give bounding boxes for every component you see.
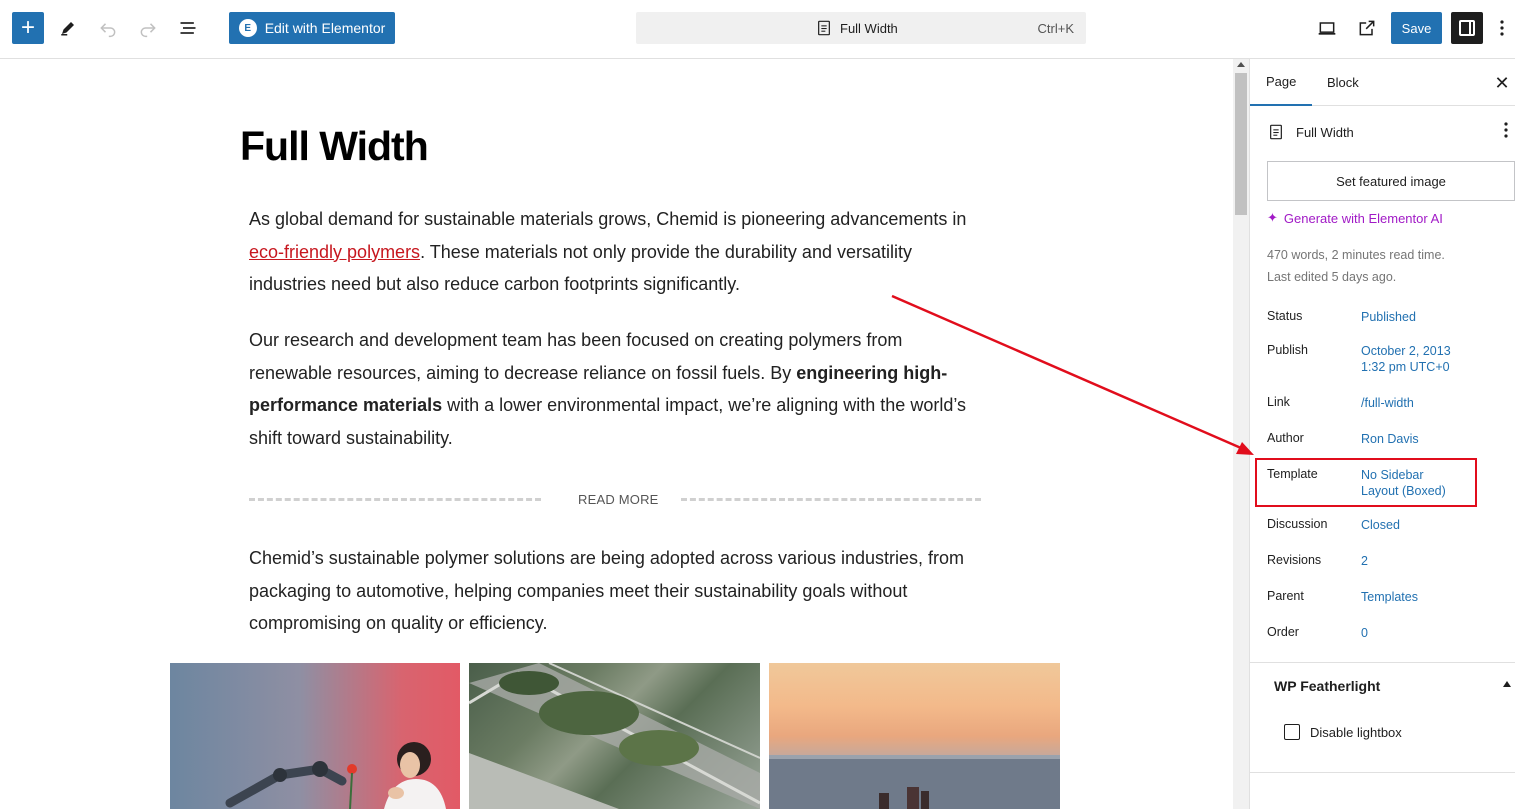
publish-time: 1:32 pm UTC+0 (1361, 360, 1450, 374)
document-overview-button[interactable] (172, 12, 204, 44)
paragraph-block[interactable]: As global demand for sustainable materia… (249, 203, 989, 301)
wp-featherlight-panel-title[interactable]: WP Featherlight (1274, 678, 1380, 694)
close-icon[interactable]: ✕ (1490, 71, 1514, 95)
read-more-label: READ MORE (578, 492, 659, 507)
generate-elementor-ai-link[interactable]: ✦ Generate with Elementor AI (1267, 210, 1443, 226)
elementor-logo-icon: E (238, 19, 257, 37)
more-vertical-icon (1504, 122, 1508, 138)
settings-sidebar-toggle[interactable] (1451, 12, 1483, 44)
list-view-icon (180, 22, 196, 34)
undo-button[interactable] (92, 12, 124, 44)
set-featured-image-button[interactable]: Set featured image (1267, 161, 1515, 201)
row-label: Link (1267, 395, 1290, 409)
scrollbar-thumb[interactable] (1235, 73, 1247, 215)
elementor-button-label: Edit with Elementor (264, 20, 386, 36)
paragraph-block[interactable]: Chemid’s sustainable polymer solutions a… (249, 542, 989, 640)
gallery-image-aerial-highway[interactable] (469, 663, 760, 809)
paragraph-text: As global demand for sustainable materia… (249, 209, 967, 229)
command-palette-bar[interactable]: Full Width Ctrl+K (636, 12, 1086, 44)
row-label: Parent (1267, 589, 1304, 603)
pencil-icon (61, 22, 74, 36)
desktop-icon (1318, 22, 1336, 35)
row-label: Status (1267, 309, 1303, 323)
undo-icon (100, 23, 116, 38)
revisions-value[interactable]: 2 (1361, 553, 1368, 569)
command-bar-title: Full Width (840, 20, 898, 36)
document-title: Full Width (1296, 124, 1354, 140)
disable-lightbox-checkbox[interactable] (1284, 724, 1300, 740)
template-highlight-box (1255, 458, 1477, 507)
row-label: Author (1267, 431, 1304, 445)
robot-arm-illustration (225, 742, 446, 809)
ai-link-label: Generate with Elementor AI (1283, 210, 1443, 226)
editor-scrollbar[interactable] (1233, 59, 1249, 809)
redo-icon (140, 23, 156, 38)
read-more-block[interactable]: READ MORE (249, 487, 981, 513)
sparkle-icon: ✦ (1267, 210, 1278, 225)
block-inserter-button[interactable]: + (12, 12, 44, 44)
more-vertical-icon (1500, 20, 1504, 36)
divider (249, 498, 541, 501)
document-actions-button[interactable] (1503, 121, 1509, 144)
divider (1250, 662, 1515, 663)
page-icon (1270, 124, 1282, 140)
disable-lightbox-option[interactable]: Disable lightbox (1284, 724, 1402, 740)
last-edited-text: Last edited 5 days ago. (1267, 270, 1397, 284)
view-post-button[interactable] (1351, 12, 1383, 44)
save-button[interactable]: Save (1391, 12, 1442, 44)
row-label: Order (1267, 625, 1299, 639)
tab-block[interactable]: Block (1311, 59, 1375, 106)
paragraph-block[interactable]: Our research and development team has be… (249, 324, 989, 454)
editor-canvas: Full Width As global demand for sustaina… (0, 59, 1233, 809)
gallery-image-robot-arm[interactable] (170, 663, 460, 809)
author-value[interactable]: Ron Davis (1361, 431, 1419, 447)
highway-illustration (469, 663, 760, 809)
post-title[interactable]: Full Width (240, 123, 429, 170)
editor-toolbar: + E Edit with Elementor Full Width Ctrl+… (0, 0, 1515, 59)
disable-lightbox-label: Disable lightbox (1310, 724, 1402, 740)
tools-button[interactable] (52, 12, 84, 44)
publish-date-value[interactable]: October 2, 2013 1:32 pm UTC+0 (1361, 343, 1451, 375)
sunset-illustration (769, 755, 1060, 809)
publish-date: October 2, 2013 (1361, 344, 1451, 358)
external-link-icon (1359, 20, 1375, 36)
row-label: Publish (1267, 343, 1308, 357)
parent-value[interactable]: Templates (1361, 589, 1418, 605)
plus-icon: + (20, 14, 35, 41)
edit-with-elementor-button[interactable]: E Edit with Elementor (229, 12, 395, 44)
document-header: Full Width (1268, 124, 1354, 140)
page-icon (818, 20, 830, 36)
chevron-up-icon[interactable] (1503, 681, 1511, 687)
sidebar-icon (1459, 20, 1475, 36)
tab-page[interactable]: Page (1250, 59, 1313, 106)
preview-button[interactable] (1311, 12, 1343, 44)
divider (1250, 772, 1515, 773)
sidebar-tabs: Page Block ✕ (1250, 59, 1515, 106)
gallery-image-sunset-sea[interactable] (769, 663, 1060, 809)
scroll-up-arrow-icon[interactable] (1237, 62, 1245, 67)
divider (681, 498, 981, 501)
status-value[interactable]: Published (1361, 309, 1416, 325)
eco-friendly-polymers-link[interactable]: eco-friendly polymers (249, 242, 420, 262)
word-count-text: 470 words, 2 minutes read time. (1267, 248, 1445, 262)
row-label: Revisions (1267, 553, 1322, 567)
post-meta-info: 470 words, 2 minutes read time. Last edi… (1267, 244, 1445, 288)
permalink-value[interactable]: /full-width (1361, 395, 1414, 411)
options-menu-button[interactable] (1490, 12, 1514, 44)
settings-sidebar: Page Block ✕ Full Width Set featured ima… (1249, 59, 1515, 809)
discussion-value[interactable]: Closed (1361, 517, 1400, 533)
command-shortcut: Ctrl+K (1037, 20, 1074, 36)
order-value[interactable]: 0 (1361, 625, 1368, 641)
redo-button[interactable] (132, 12, 164, 44)
row-label: Discussion (1267, 517, 1328, 531)
